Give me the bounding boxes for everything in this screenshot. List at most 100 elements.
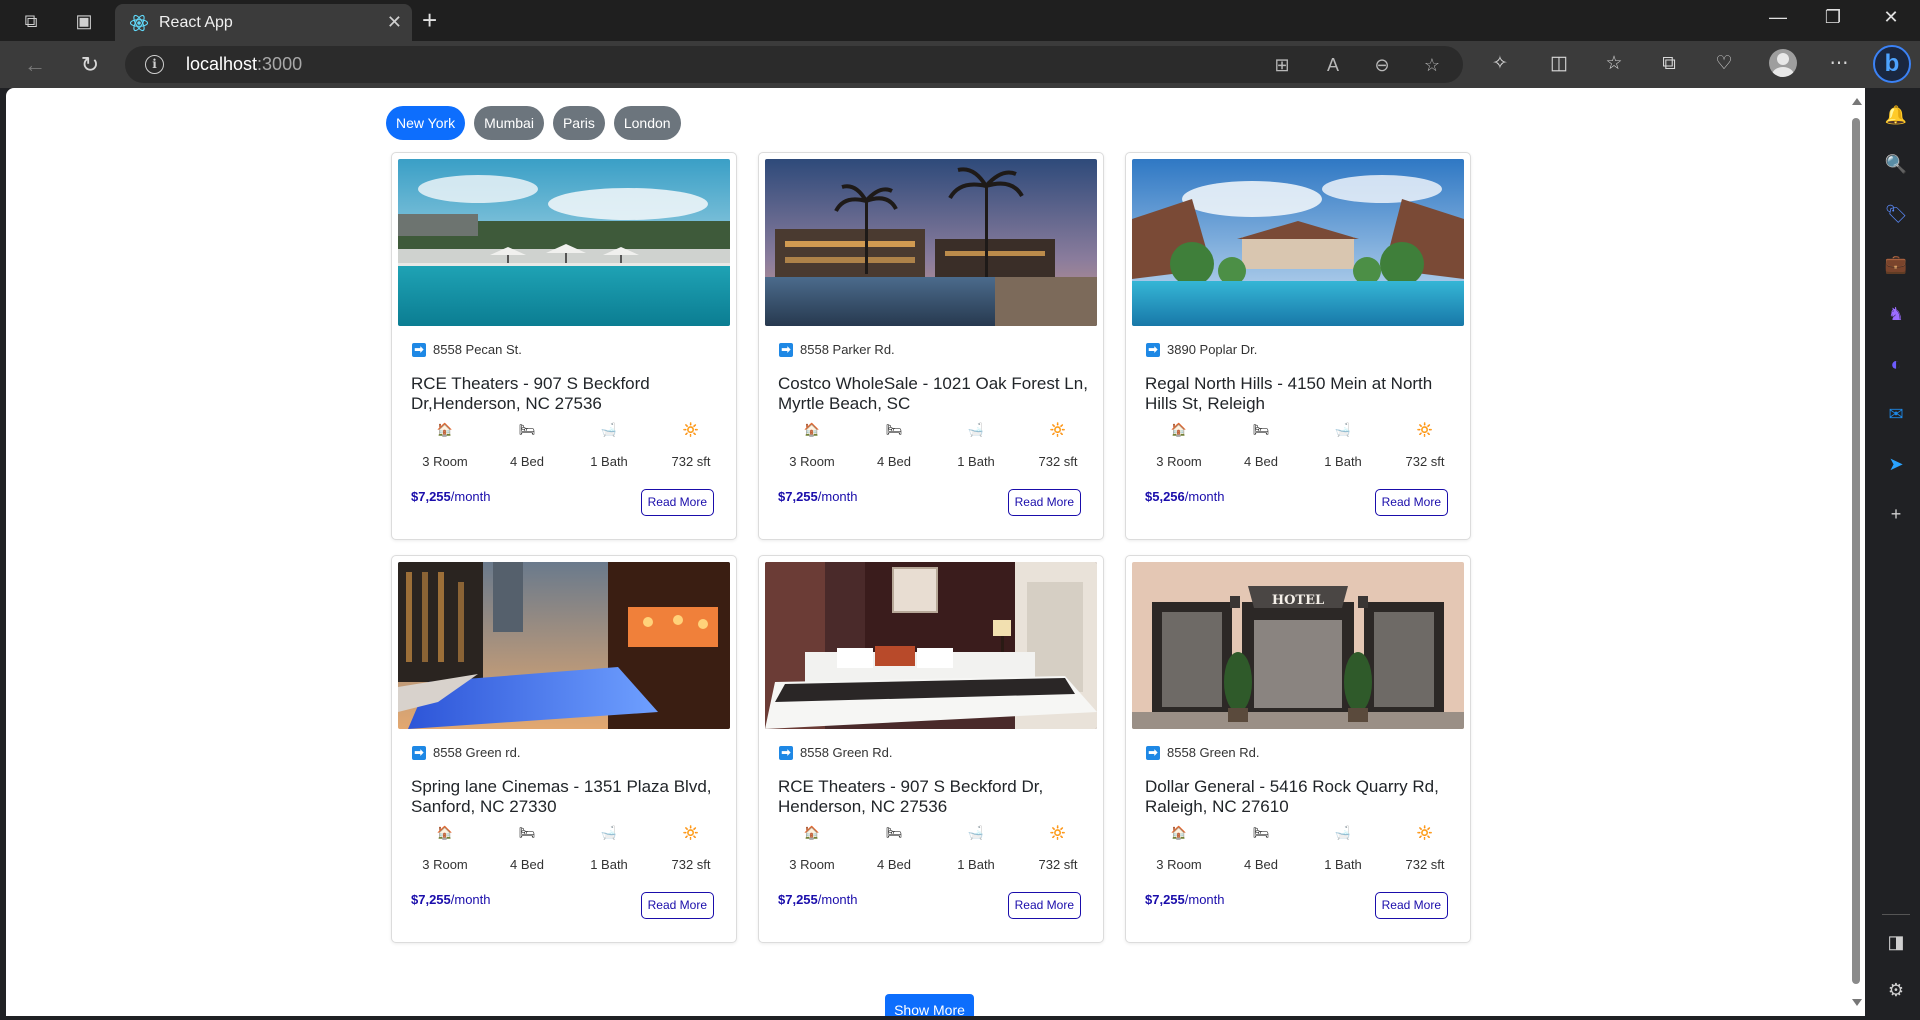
property-card: ➡ 8558 Pecan St. RCE Theaters - 907 S Bec…	[391, 152, 737, 540]
property-card: HOTEL ➡ 8558 Green Rd. Dollar General - 5…	[1125, 555, 1471, 943]
react-logo-icon	[129, 14, 149, 32]
read-more-button[interactable]: Read More	[640, 892, 714, 919]
drop-send-icon[interactable]: ➤	[1884, 452, 1908, 476]
property-price: $7,255/month	[778, 489, 858, 504]
scroll-down-arrow-icon[interactable]	[1852, 999, 1862, 1006]
read-aloud-icon[interactable]: A	[1322, 54, 1344, 76]
property-photo[interactable]	[1132, 159, 1464, 326]
property-photo[interactable]	[398, 562, 730, 729]
property-photo[interactable]	[765, 159, 1097, 326]
property-address: ➡ 8558 Parker Rd.	[779, 342, 895, 357]
property-price: $5,256/month	[1145, 489, 1225, 504]
area-icon: 🔆	[682, 422, 700, 437]
close-tab-icon[interactable]: ✕	[387, 11, 402, 33]
property-photo[interactable]	[398, 159, 730, 326]
notification-bell-icon[interactable]: 🔔	[1884, 103, 1908, 127]
address-bar[interactable]: i localhost:3000 ⊞ A ⊖ ☆	[125, 46, 1463, 83]
property-address: ➡ 8558 Pecan St.	[412, 342, 522, 357]
feature-icons: 🏠 🛏 🛁 🔆	[1138, 422, 1466, 438]
property-photo[interactable]	[765, 562, 1097, 729]
sidebar-divider	[1882, 914, 1910, 915]
site-info-icon[interactable]: i	[145, 55, 164, 74]
favorites-icon[interactable]: ☆	[1601, 51, 1627, 77]
bed-icon: 🛏	[1252, 422, 1270, 437]
property-price: $7,255/month	[778, 892, 858, 907]
sidebar-settings-gear-icon[interactable]: ⚙	[1884, 978, 1908, 1002]
zoom-out-icon[interactable]: ⊖	[1371, 54, 1393, 76]
filter-london[interactable]: London	[613, 106, 681, 140]
filter-mumbai[interactable]: Mumbai	[474, 106, 544, 140]
games-icon[interactable]: ♞	[1884, 302, 1908, 326]
app-available-icon[interactable]: ⊞	[1271, 54, 1293, 76]
bed-icon: 🛏	[518, 825, 536, 840]
read-more-button[interactable]: Read More	[640, 489, 714, 516]
scroll-up-arrow-icon[interactable]	[1852, 98, 1862, 105]
read-more-button[interactable]: Read More	[1374, 892, 1448, 919]
more-menu-icon[interactable]: ⋯	[1826, 51, 1852, 77]
collections-icon[interactable]: ⧉	[1656, 51, 1682, 77]
filter-new-york[interactable]: New York	[386, 106, 466, 140]
house-icon: 🏠	[1170, 825, 1188, 840]
property-card: ➡ 8558 Green rd. Spring lane Cinemas - 13…	[391, 555, 737, 943]
property-card: ➡ 3890 Poplar Dr. Regal North Hills - 415…	[1125, 152, 1471, 540]
property-title: RCE Theaters - 907 S Beckford Dr,Henders…	[411, 374, 650, 413]
workspaces-icon[interactable]: ⧉	[20, 10, 42, 32]
browser-essentials-icon[interactable]: ♡	[1711, 51, 1737, 77]
page-scrollbar[interactable]	[1849, 94, 1863, 1010]
arrow-right-icon: ➡	[412, 342, 426, 357]
property-address: ➡ 8558 Green rd.	[412, 745, 520, 760]
outlook-icon[interactable]: ✉	[1884, 402, 1908, 426]
tab-actions-icon[interactable]: ▣	[73, 10, 95, 32]
property-title: Dollar General - 5416 Rock Quarry Rd, Ra…	[1145, 777, 1439, 816]
property-grid: ➡ 8558 Pecan St. RCE Theaters - 907 S Bec…	[391, 152, 1471, 943]
restore-icon[interactable]: ❐	[1810, 7, 1856, 28]
property-title: RCE Theaters - 907 S Beckford Dr, Hender…	[778, 777, 1044, 816]
minimize-icon[interactable]: —	[1755, 7, 1801, 28]
browser-tab[interactable]: React App ✕	[115, 4, 412, 41]
browser-titlebar: ⧉ ▣ React App ✕ + — ❐ ✕	[0, 0, 1920, 41]
new-tab-icon[interactable]: +	[422, 7, 437, 33]
feature-labels: 3 Room 4 Bed 1 Bath 732 sft	[1156, 454, 1445, 469]
profile-avatar[interactable]	[1769, 49, 1797, 77]
url-text[interactable]: localhost:3000	[186, 54, 302, 75]
tab-title: React App	[159, 14, 233, 31]
refresh-icon[interactable]: ↻	[75, 51, 105, 79]
property-address: ➡ 8558 Green Rd.	[1146, 745, 1260, 760]
filter-paris[interactable]: Paris	[552, 106, 605, 140]
read-more-button[interactable]: Read More	[1007, 489, 1081, 516]
property-address: ➡ 8558 Green Rd.	[779, 745, 893, 760]
scrollbar-thumb[interactable]	[1852, 118, 1860, 984]
property-price: $7,255/month	[411, 489, 491, 504]
area-icon: 🔆	[1416, 422, 1434, 437]
property-title: Regal North Hills - 4150 Mein at North H…	[1145, 374, 1433, 413]
arrow-right-icon: ➡	[1146, 342, 1160, 357]
tools-briefcase-icon[interactable]: 💼	[1884, 252, 1908, 276]
area-icon: 🔆	[1416, 825, 1434, 840]
property-photo[interactable]: HOTEL	[1132, 562, 1464, 729]
read-more-button[interactable]: Read More	[1374, 489, 1448, 516]
back-icon[interactable]: ←	[20, 51, 50, 79]
feature-icons: 🏠 🛏 🛁 🔆	[771, 422, 1099, 438]
favorite-star-icon[interactable]: ☆	[1421, 54, 1443, 76]
add-sidebar-app-icon[interactable]: +	[1884, 502, 1908, 526]
copilot-sidebar-icon[interactable]: ◐	[1884, 352, 1908, 376]
edge-sidebar: 🔔 🔍 🏷 💼 ♞ ◐ ✉ ➤ + ◨ ⚙	[1872, 88, 1920, 1020]
bed-icon: 🛏	[885, 422, 903, 437]
hide-sidebar-icon[interactable]: ◨	[1884, 930, 1908, 954]
arrow-right-icon: ➡	[412, 745, 426, 760]
property-price: $7,255/month	[1145, 892, 1225, 907]
extensions-icon[interactable]: ✧	[1487, 51, 1513, 77]
feature-icons: 🏠 🛏 🛁 🔆	[404, 825, 732, 841]
split-screen-icon[interactable]: ◫	[1546, 51, 1572, 77]
area-icon: 🔆	[1049, 825, 1067, 840]
show-more-button[interactable]: Show More	[885, 994, 974, 1016]
bathtub-icon: 🛁	[967, 825, 985, 840]
property-title: Costco WholeSale - 1021 Oak Forest Ln, M…	[778, 374, 1088, 413]
area-icon: 🔆	[682, 825, 700, 840]
shopping-tag-icon[interactable]: 🏷	[1884, 202, 1908, 226]
bed-icon: 🛏	[518, 422, 536, 437]
search-icon[interactable]: 🔍	[1884, 152, 1908, 176]
close-window-icon[interactable]: ✕	[1868, 7, 1914, 28]
read-more-button[interactable]: Read More	[1007, 892, 1081, 919]
copilot-icon[interactable]: b	[1873, 45, 1911, 83]
